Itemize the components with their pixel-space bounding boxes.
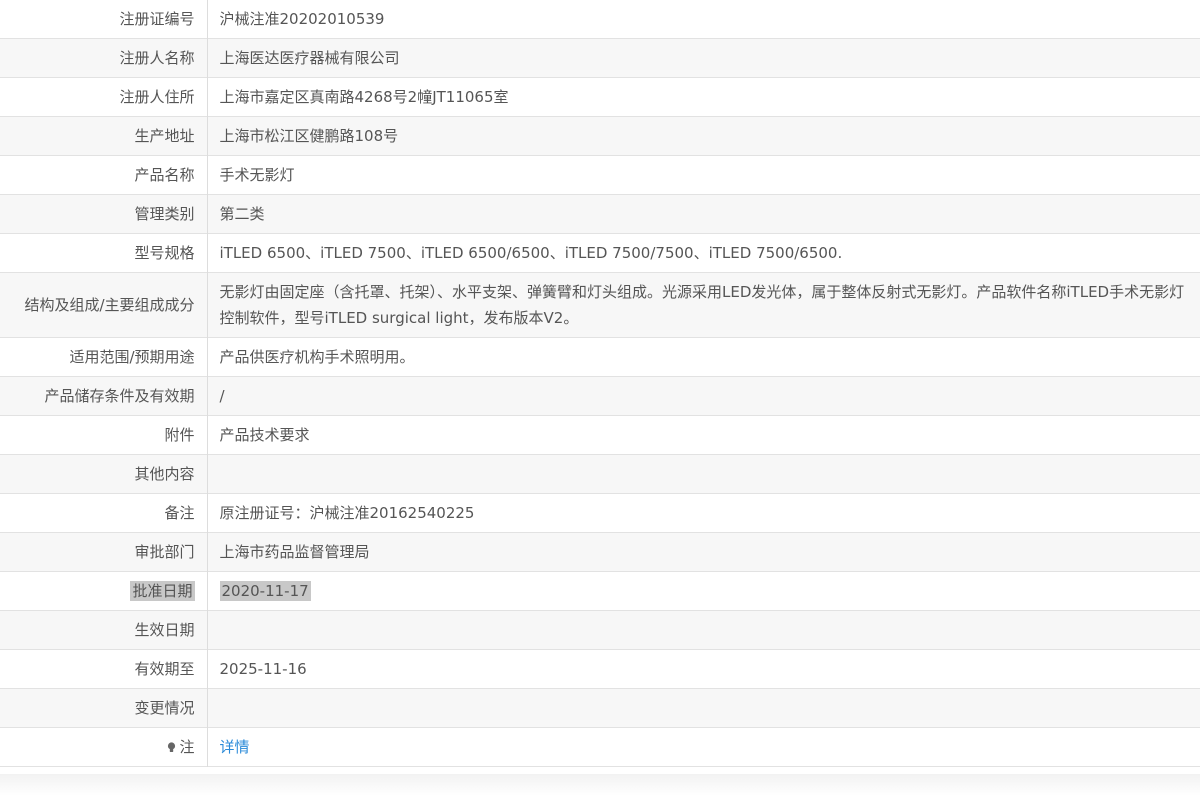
- row-label: 变更情况: [0, 688, 208, 728]
- row-value: 原注册证号：沪械注准20162540225: [219, 504, 475, 522]
- row-label: 产品名称: [0, 155, 208, 195]
- row-value: 产品供医疗机构手术照明用。: [219, 348, 415, 366]
- row-label: 注册证编号: [0, 0, 208, 39]
- row-attachments: 附件 产品技术要求: [0, 415, 1200, 455]
- row-valid-until: 有效期至 2025-11-16: [0, 649, 1200, 689]
- row-approval-department: 审批部门 上海市药品监督管理局: [0, 532, 1200, 572]
- row-value: [207, 610, 1200, 650]
- row-value: 上海市松江区健鹏路108号: [207, 116, 1200, 156]
- row-production-address: 生产地址 上海市松江区健鹏路108号: [0, 116, 1200, 156]
- row-label: 生效日期: [0, 610, 208, 650]
- row-label: 附件: [0, 415, 208, 455]
- row-label: 注: [0, 727, 208, 767]
- row-intended-use: 适用范围/预期用途 产品供医疗机构手术照明用。: [0, 337, 1200, 377]
- row-label: 有效期至: [0, 649, 208, 689]
- row-effective-date: 生效日期: [0, 610, 1200, 650]
- row-value: 2025-11-16: [219, 660, 307, 678]
- row-label: 生产地址: [0, 116, 208, 156]
- row-value: [207, 688, 1200, 728]
- row-value: [207, 454, 1200, 494]
- row-value: 无影灯由固定座（含托罩、托架）、水平支架、弹簧臂和灯头组成。光源采用LED发光体…: [207, 272, 1200, 338]
- row-label: 注册人名称: [0, 38, 208, 78]
- row-label: 备注: [0, 493, 208, 533]
- row-note: 注 详情: [0, 727, 1200, 767]
- row-label: 审批部门: [0, 532, 208, 572]
- row-product-name: 产品名称 手术无影灯: [0, 155, 1200, 195]
- row-change-status: 变更情况: [0, 688, 1200, 728]
- table-bottom-shadow: [0, 774, 1200, 796]
- row-management-category: 管理类别 第二类: [0, 194, 1200, 234]
- details-link[interactable]: 详情: [220, 738, 250, 756]
- row-structure-composition: 结构及组成/主要组成成分 无影灯由固定座（含托罩、托架）、水平支架、弹簧臂和灯头…: [0, 272, 1200, 338]
- row-registrant-name: 注册人名称 上海医达医疗器械有限公司: [0, 38, 1200, 78]
- row-value: /: [207, 376, 1200, 416]
- row-label: 结构及组成/主要组成成分: [0, 272, 208, 338]
- row-value: 2020-11-17: [207, 572, 1200, 611]
- row-value: 第二类: [207, 194, 1200, 234]
- note-label: 注: [179, 738, 195, 756]
- row-label: 注册人住所: [0, 77, 208, 117]
- row-value: 手术无影灯: [219, 166, 295, 184]
- lightbulb-icon: [168, 742, 176, 752]
- registration-detail-table: 注册证编号 沪械注准20202010539 注册人名称 上海医达医疗器械有限公司…: [0, 0, 1200, 767]
- row-label: 批准日期: [0, 571, 208, 611]
- row-value: 上海市嘉定区真南路4268号2幢JT11065室: [219, 88, 509, 106]
- row-label: 其他内容: [0, 454, 208, 494]
- row-value: 上海医达医疗器械有限公司: [207, 38, 1200, 78]
- selected-text-highlight: 批准日期: [130, 581, 195, 601]
- row-other-content: 其他内容: [0, 454, 1200, 494]
- row-value: 产品技术要求: [219, 426, 310, 444]
- row-value: 详情: [207, 728, 1200, 767]
- row-value: 沪械注准20202010539: [219, 10, 385, 28]
- row-value: iTLED 6500、iTLED 7500、iTLED 6500/6500、iT…: [219, 244, 843, 262]
- row-label: 管理类别: [0, 194, 208, 234]
- row-remarks: 备注 原注册证号：沪械注准20162540225: [0, 493, 1200, 533]
- row-model-spec: 型号规格 iTLED 6500、iTLED 7500、iTLED 6500/65…: [0, 233, 1200, 273]
- row-approval-date: 批准日期 2020-11-17: [0, 571, 1200, 611]
- row-registration-number: 注册证编号 沪械注准20202010539: [0, 0, 1200, 39]
- row-label: 适用范围/预期用途: [0, 337, 208, 377]
- row-label: 产品储存条件及有效期: [0, 376, 208, 416]
- row-value: 上海市药品监督管理局: [207, 532, 1200, 572]
- row-label: 型号规格: [0, 233, 208, 273]
- row-storage-validity: 产品储存条件及有效期 /: [0, 376, 1200, 416]
- registration-detail-page: 注册证编号 沪械注准20202010539 注册人名称 上海医达医疗器械有限公司…: [0, 0, 1200, 809]
- row-registrant-address: 注册人住所 上海市嘉定区真南路4268号2幢JT11065室: [0, 77, 1200, 117]
- selected-text-highlight: 2020-11-17: [219, 581, 311, 601]
